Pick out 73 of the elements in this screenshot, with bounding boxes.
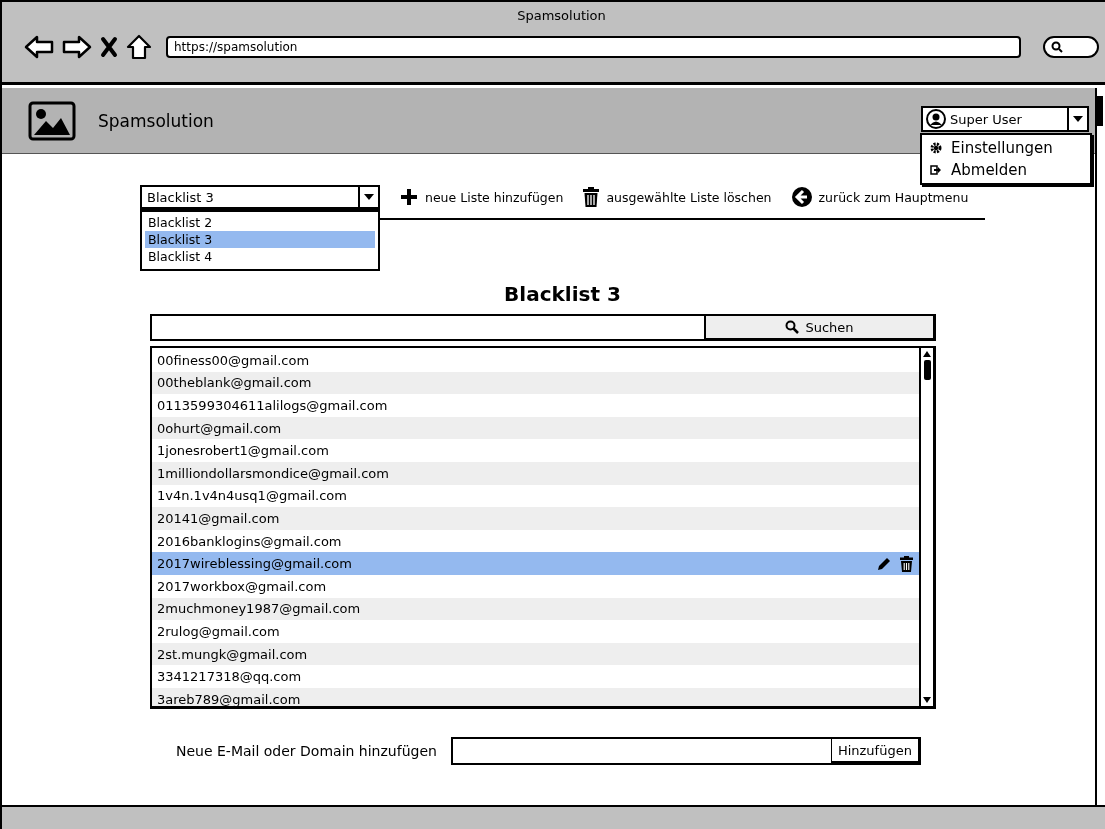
list-row[interactable]: 20141@gmail.com xyxy=(152,507,919,530)
dropdown-option[interactable]: Blacklist 4 xyxy=(145,248,375,265)
list-row[interactable]: 1jonesrobert1@gmail.com xyxy=(152,439,919,462)
home-icon[interactable] xyxy=(126,34,152,60)
list-row[interactable]: 1v4n.1v4n4usq1@gmail.com xyxy=(152,484,919,508)
list-row[interactable]: 2rulog@gmail.com xyxy=(152,620,919,643)
email-address: 1milliondollarsmondice@gmail.com xyxy=(157,465,390,481)
email-address: 3areb789@gmail.com xyxy=(157,691,302,706)
dropdown-option[interactable]: Blacklist 3 xyxy=(145,231,375,248)
pencil-icon[interactable] xyxy=(876,555,892,572)
page-scrollbar[interactable] xyxy=(1095,88,1105,805)
email-address: 2017workbox@gmail.com xyxy=(157,578,328,594)
list-row[interactable]: 2muchmoney1987@gmail.com xyxy=(152,597,919,621)
list-heading: Blacklist 3 xyxy=(503,282,622,306)
email-address: 1v4n.1v4n4usq1@gmail.com xyxy=(157,488,348,504)
user-avatar-icon xyxy=(926,109,946,129)
search-icon xyxy=(1051,41,1063,53)
forward-icon[interactable] xyxy=(62,35,92,59)
list-row[interactable]: 3341217318@qq.com xyxy=(152,665,919,688)
email-address: 20141@gmail.com xyxy=(157,510,281,526)
scrollbar-thumb[interactable] xyxy=(923,360,931,380)
email-address: 3341217318@qq.com xyxy=(157,669,303,685)
back-icon[interactable] xyxy=(24,35,54,59)
plus-icon xyxy=(400,188,418,206)
caret-icon xyxy=(364,194,374,200)
list-row[interactable]: 2017wireblessing@gmail.com xyxy=(152,552,919,575)
toolbar-link[interactable]: ausgewählte Liste löschen xyxy=(583,187,772,207)
dropdown-option[interactable]: Blacklist 2 xyxy=(145,214,375,231)
email-address: 0113599304611alilogs@gmail.com xyxy=(157,398,389,413)
input-field[interactable]: Hinzufügen xyxy=(450,737,921,765)
trash-icon[interactable] xyxy=(900,555,913,572)
search-field[interactable] xyxy=(1043,36,1099,58)
scrollbar-thumb[interactable] xyxy=(1097,96,1103,126)
window-title: Spamsolution xyxy=(516,8,607,25)
email-address: 0ohurt@gmail.com xyxy=(157,420,283,436)
email-address: 00theblank@gmail.com xyxy=(157,375,313,391)
address-field[interactable]: https://spamsolution xyxy=(166,36,1021,58)
list-row[interactable]: 0ohurt@gmail.com xyxy=(152,416,919,440)
toolbar-link[interactable]: neue Liste hinzufügen xyxy=(400,188,564,206)
list-row[interactable]: 3areb789@gmail.com xyxy=(152,687,919,706)
app-title: Spamsolution xyxy=(98,110,214,131)
email-address: 2016banklogins@gmail.com xyxy=(157,533,343,549)
scroll-up-icon[interactable] xyxy=(922,350,932,358)
email-address: 2muchmoney1987@gmail.com xyxy=(157,601,362,617)
list-row[interactable]: 2016banklogins@gmail.com xyxy=(152,529,919,553)
search-icon xyxy=(785,320,800,334)
menu-item[interactable]: Abmelden xyxy=(922,159,1090,181)
email-address: 2st.mungk@gmail.com xyxy=(157,646,309,662)
add-button[interactable]: Hinzufügen xyxy=(830,738,921,764)
search-field[interactable] xyxy=(150,314,704,341)
scroll-down-icon[interactable] xyxy=(922,696,932,704)
scrollbar[interactable] xyxy=(919,348,933,706)
email-address: 2rulog@gmail.com xyxy=(157,623,281,639)
sign-out-icon xyxy=(930,164,942,176)
email-address: 00finess00@gmail.com xyxy=(157,352,311,368)
toolbar-link[interactable]: zurück zum Hauptmenu xyxy=(791,187,969,207)
trash-icon xyxy=(583,187,600,207)
list-row[interactable]: 2st.mungk@gmail.com xyxy=(152,642,919,666)
list-row[interactable]: 2017workbox@gmail.com xyxy=(152,574,919,598)
image-icon xyxy=(28,100,76,141)
list-row[interactable]: 0113599304611alilogs@gmail.com xyxy=(152,394,919,417)
email-address: 1jonesrobert1@gmail.com xyxy=(157,443,330,459)
gear-icon xyxy=(930,142,942,154)
menu-item[interactable]: Einstellungen xyxy=(922,137,1090,159)
list-row[interactable]: 1milliondollarsmondice@gmail.com xyxy=(152,461,919,485)
close-icon[interactable] xyxy=(100,36,118,58)
list-row[interactable]: 00finess00@gmail.com xyxy=(152,349,919,372)
email-address: 2017wireblessing@gmail.com xyxy=(157,556,353,572)
list-row[interactable]: 00theblank@gmail.com xyxy=(152,371,919,395)
caret-icon xyxy=(1073,116,1083,122)
search-button[interactable]: Suchen xyxy=(704,314,936,341)
user-dropdown[interactable]: Super User xyxy=(921,106,1089,132)
add-label: Neue E-Mail oder Domain hinzufügen xyxy=(176,743,437,759)
